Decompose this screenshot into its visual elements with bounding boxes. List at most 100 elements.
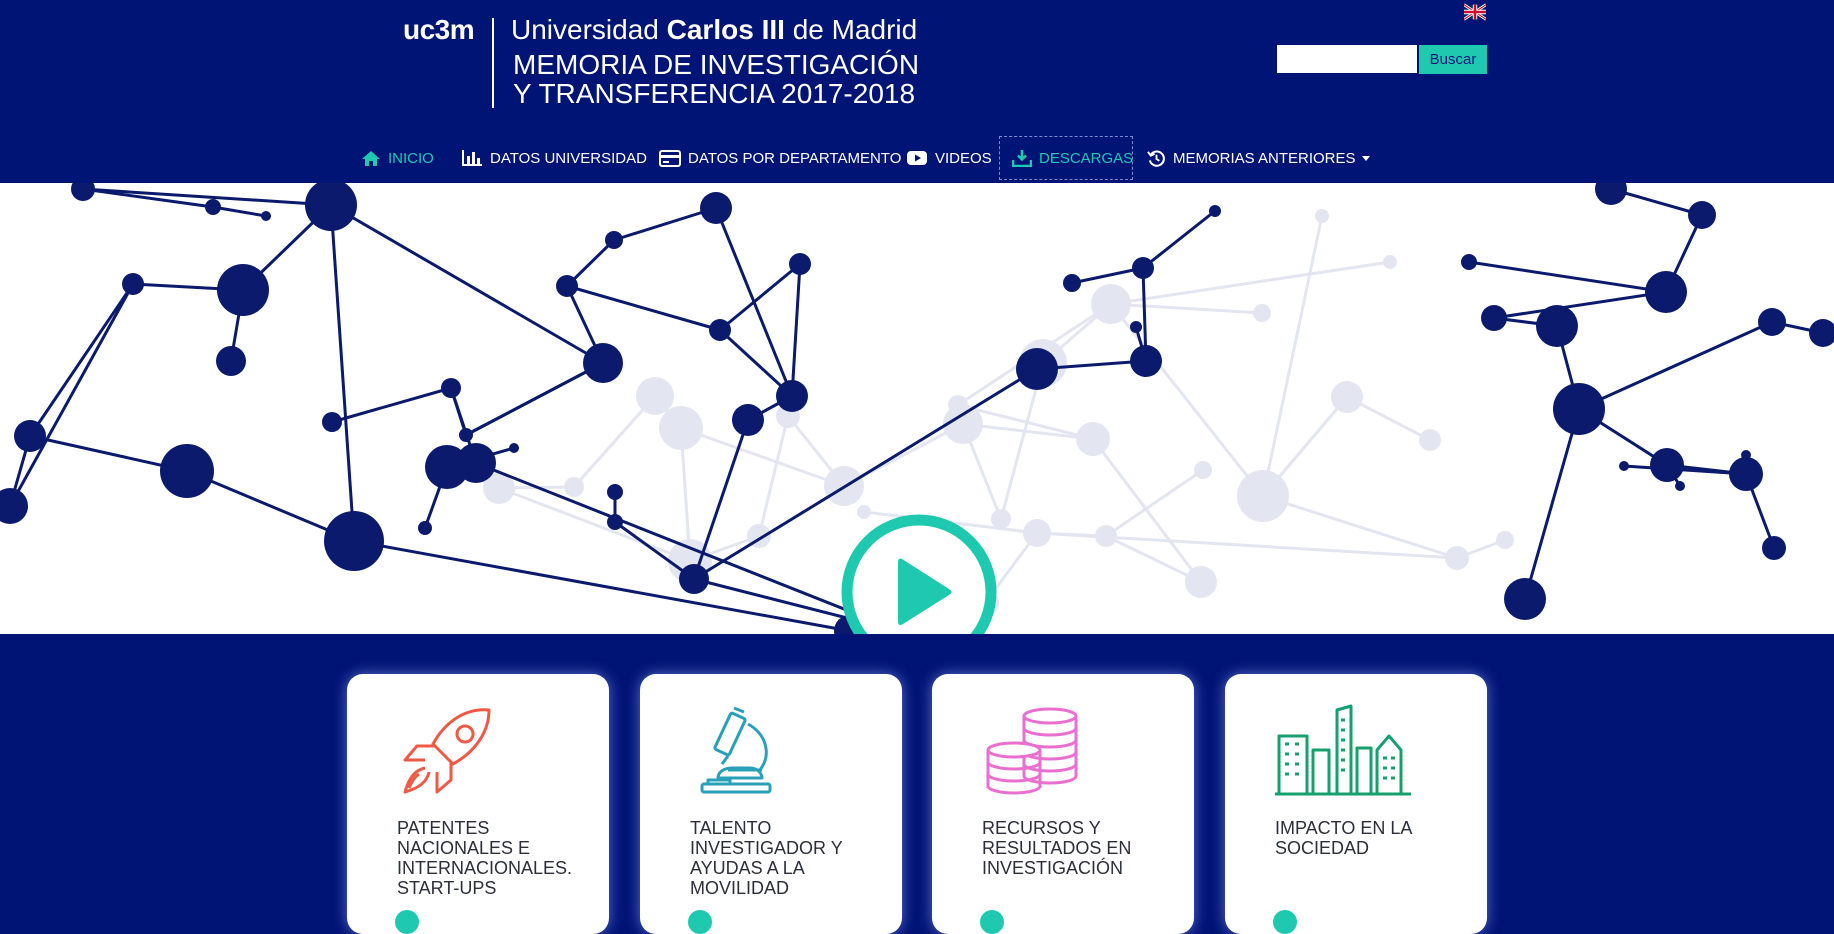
university-name: Universidad Carlos III de Madrid [511, 14, 917, 46]
network-node [1419, 429, 1441, 451]
nav-item-label: VIDEOS [935, 149, 992, 167]
home-icon [362, 150, 380, 166]
network-edge [329, 204, 356, 542]
network-node [679, 564, 709, 594]
card-talento[interactable]: TALENTO INVESTIGADOR Y AYUDAS A LA MOVIL… [640, 674, 902, 934]
network-edge [8, 283, 135, 507]
university-suffix: de Madrid [792, 14, 918, 45]
search-input[interactable] [1277, 45, 1417, 73]
network-node [0, 488, 28, 524]
nav-item-label: DATOS POR DEPARTAMENTO [688, 149, 902, 167]
network-edge [1523, 408, 1581, 600]
network-node [425, 445, 469, 489]
network-node [564, 477, 584, 497]
search-button[interactable]: Buscar [1419, 45, 1487, 74]
university-prefix: Universidad [511, 14, 659, 45]
network-node [1461, 254, 1477, 270]
card-more-icon[interactable] [395, 910, 419, 934]
buildings-icon [1275, 704, 1411, 796]
network-edge [1468, 260, 1667, 294]
network-node [776, 380, 808, 412]
card-impacto[interactable]: IMPACTO EN LA SOCIEDAD [1225, 674, 1487, 934]
card-more-icon[interactable] [1273, 910, 1297, 934]
play-icon[interactable] [836, 513, 1002, 634]
chevron-down-icon [1361, 155, 1370, 161]
network-edge [613, 206, 717, 242]
network-node [1445, 546, 1469, 570]
network-node [205, 199, 221, 215]
hero-banner [0, 183, 1834, 634]
network-node [607, 484, 623, 500]
network-node [1023, 519, 1051, 547]
network-node [1194, 461, 1212, 479]
network-node [1132, 257, 1154, 279]
nav-item-inicio[interactable]: INICIO [361, 136, 434, 180]
nav-item-label: DESCARGAS [1039, 149, 1134, 167]
site-header: uc3m Universidad Carlos III de Madrid ME… [0, 0, 1834, 183]
card-title: IMPACTO EN LA SOCIEDAD [1275, 818, 1412, 858]
coins-icon [986, 707, 1078, 795]
history-icon [1147, 149, 1165, 167]
network-edge [1109, 303, 1265, 497]
network-node [1331, 381, 1363, 413]
main-nav: INICIO DATOS UNIVERSIDAD DATOS POR DEPAR… [0, 134, 1834, 183]
card-title: TALENTO INVESTIGADOR Y AYUDAS A LA MOVIL… [690, 818, 843, 898]
network-node [1130, 345, 1162, 377]
network-node [1595, 183, 1627, 205]
network-node [1553, 383, 1605, 435]
nav-item-videos[interactable]: VIDEOS [906, 136, 992, 180]
network-node [1315, 209, 1329, 223]
card-patentes[interactable]: PATENTES NACIONALES E INTERNACIONALES. S… [347, 674, 609, 934]
card-title: RECURSOS Y RESULTADOS EN INVESTIGACIÓN [982, 818, 1132, 878]
network-node [1016, 348, 1058, 390]
nav-item-memorias-anteriores[interactable]: MEMORIAS ANTERIORES [1147, 136, 1370, 180]
nav-item-descargas[interactable]: DESCARGAS [999, 136, 1133, 180]
microscope-icon [700, 706, 772, 794]
network-node [1253, 304, 1271, 322]
network-node [1237, 470, 1289, 522]
network-node [709, 319, 731, 341]
network-node [1076, 422, 1110, 456]
network-node [605, 231, 623, 249]
network-edge [757, 415, 790, 537]
card-more-icon[interactable] [980, 910, 1004, 934]
network-node [217, 264, 269, 316]
network-node [636, 377, 674, 415]
card-title: PATENTES NACIONALES E INTERNACIONALES. S… [397, 818, 573, 898]
card-more-icon[interactable] [688, 910, 712, 934]
network-node [261, 211, 271, 221]
network-node [1741, 450, 1751, 460]
logo-divider [492, 18, 494, 108]
network-node [1688, 201, 1716, 229]
network-node [700, 192, 732, 224]
nav-item-datos-departamento[interactable]: DATOS POR DEPARTAMENTO [659, 136, 901, 180]
rocket-icon [403, 708, 491, 794]
network-edge [28, 283, 135, 437]
network-node [1383, 255, 1397, 269]
network-node [607, 514, 623, 530]
card-recursos[interactable]: RECURSOS Y RESULTADOS EN INVESTIGACIÓN [932, 674, 1194, 934]
network-node [1762, 536, 1786, 560]
network-node [1130, 321, 1142, 333]
network-node [1758, 308, 1786, 336]
network-node [583, 343, 623, 383]
uc3m-logo[interactable]: uc3m [403, 14, 475, 46]
network-node [732, 404, 764, 436]
uk-flag-icon[interactable] [1464, 3, 1486, 21]
network-node [1091, 284, 1131, 324]
network-node [122, 273, 144, 295]
network-edge [1105, 468, 1204, 538]
network-node [1809, 319, 1834, 347]
network-node [216, 346, 246, 376]
network-edge [714, 207, 794, 397]
network-node [1504, 578, 1546, 620]
network-edge [465, 361, 604, 437]
network-edge [353, 539, 851, 633]
nav-item-datos-universidad[interactable]: DATOS UNIVERSIDAD [461, 136, 647, 180]
network-edge [331, 386, 452, 424]
network-node [659, 406, 703, 450]
network-node [1209, 205, 1221, 217]
network-node [789, 253, 811, 275]
network-node [1063, 274, 1081, 292]
network-edge [498, 486, 691, 563]
